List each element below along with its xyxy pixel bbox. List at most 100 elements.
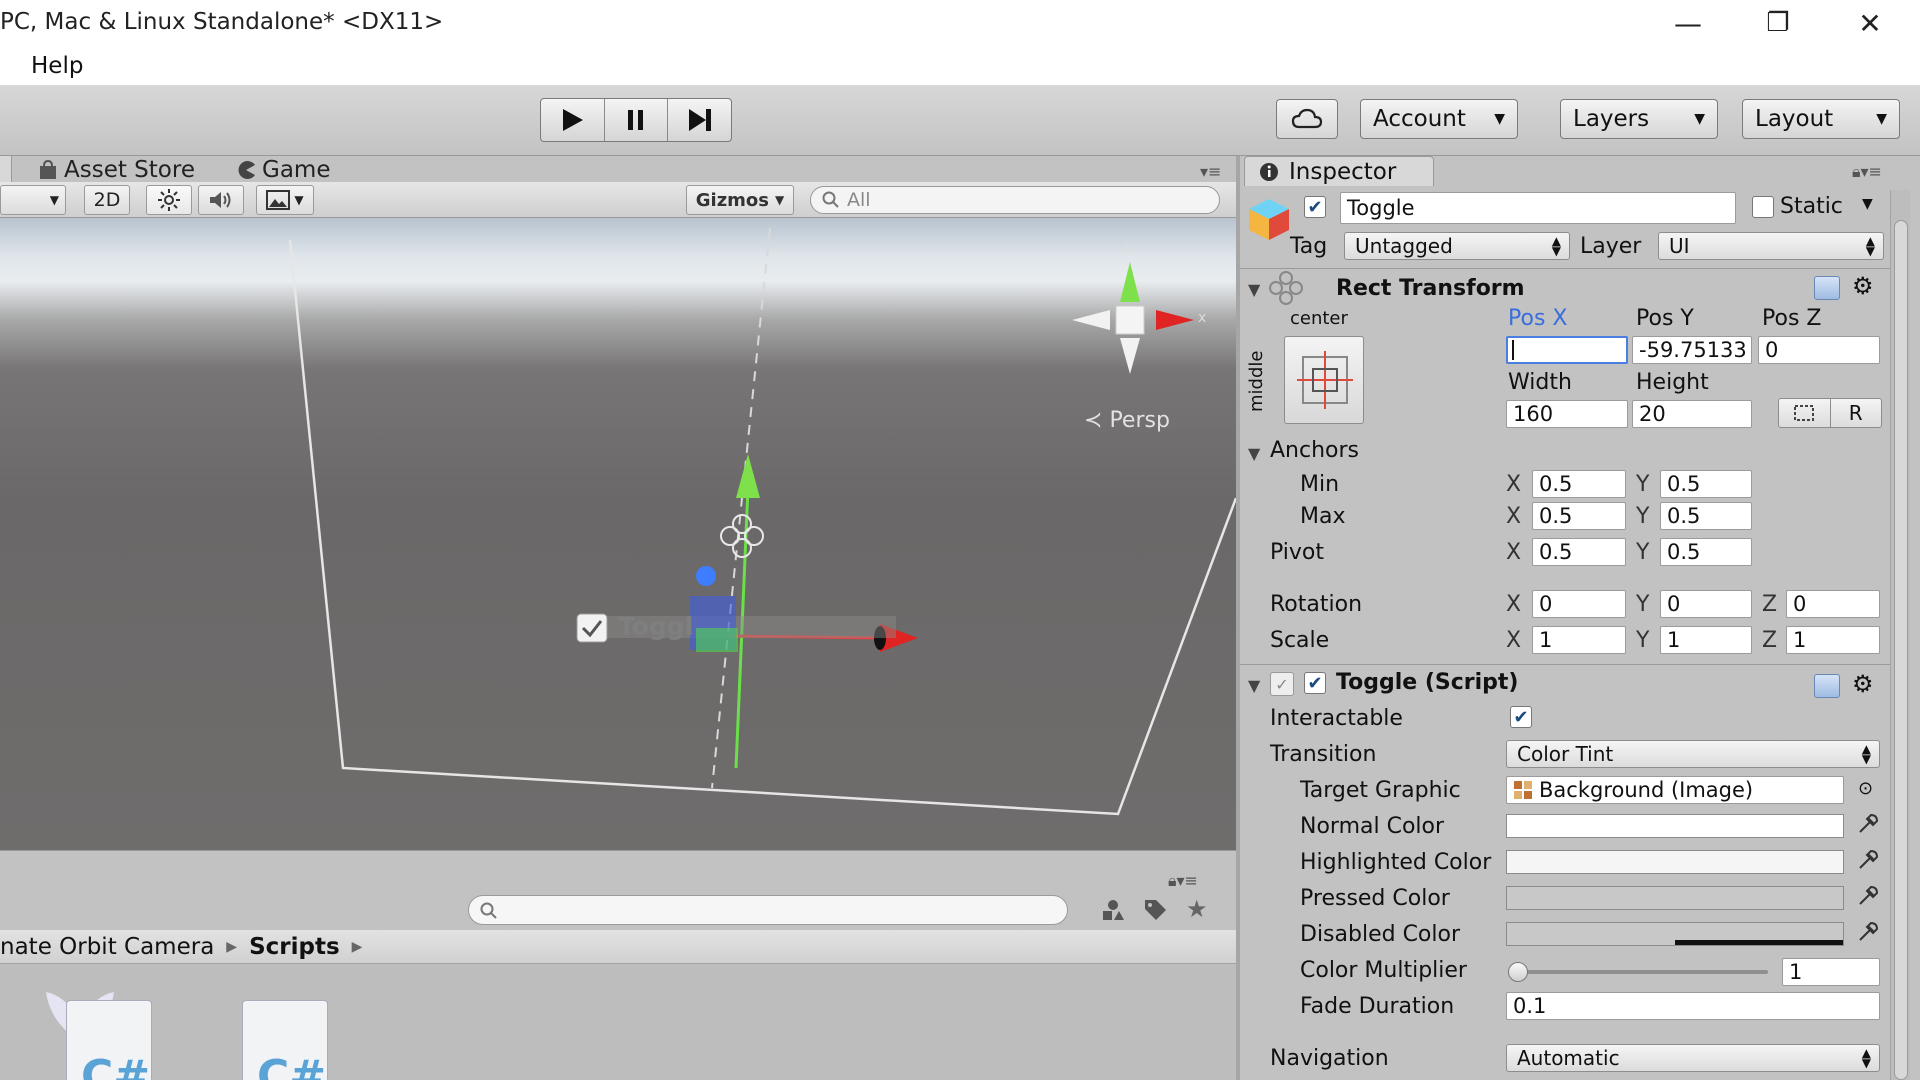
pos-z-input[interactable]: 0 xyxy=(1758,336,1880,364)
close-button[interactable]: ✕ xyxy=(1824,0,1916,46)
inspector-scrollbar[interactable] xyxy=(1890,190,1910,1080)
step-button[interactable] xyxy=(668,99,731,141)
disabled-color-swatch[interactable] xyxy=(1506,922,1844,946)
script-file[interactable]: C# xyxy=(242,1000,328,1080)
script-file[interactable]: C# xyxy=(66,1000,152,1080)
shading-mode-dropdown[interactable]: ▼ xyxy=(0,185,66,215)
fade-duration-input[interactable]: 0.1 xyxy=(1506,992,1880,1020)
anchor-max-x-input[interactable]: 0.5 xyxy=(1532,502,1626,530)
normal-color-swatch[interactable] xyxy=(1506,814,1844,838)
account-dropdown[interactable]: Account ▼ xyxy=(1360,99,1518,139)
eyedropper-icon[interactable] xyxy=(1856,920,1880,944)
axis-y-label: Y xyxy=(1636,540,1650,565)
pressed-color-swatch[interactable] xyxy=(1506,886,1844,910)
2d-mode-button[interactable]: 2D xyxy=(84,185,130,215)
axis-y-label: Y xyxy=(1636,628,1650,653)
scale-x-input[interactable]: 1 xyxy=(1532,626,1626,654)
height-input[interactable]: 20 xyxy=(1632,400,1752,428)
anchor-max-y-input[interactable]: 0.5 xyxy=(1660,502,1752,530)
layer-dropdown[interactable]: UI ▲ ▼ xyxy=(1658,232,1884,260)
rotation-y-input[interactable]: 0 xyxy=(1660,590,1752,618)
project-panel-header: 🔒︎▾≡ ★ xyxy=(0,850,1236,930)
transition-dropdown[interactable]: Color Tint ▲ ▼ xyxy=(1506,740,1880,768)
scale-z-input[interactable]: 1 xyxy=(1786,626,1880,654)
effects-dropdown[interactable]: ▼ xyxy=(256,185,314,215)
panel-menu-icon[interactable]: ▾≡ xyxy=(1200,162,1221,181)
target-graphic-field[interactable]: Background (Image) xyxy=(1506,776,1844,804)
rotation-z-input[interactable]: 0 xyxy=(1786,590,1880,618)
maximize-button[interactable]: ❐ xyxy=(1732,0,1824,46)
highlighted-color-swatch[interactable] xyxy=(1506,850,1844,874)
anchor-min-y-input[interactable]: 0.5 xyxy=(1660,470,1752,498)
perspective-label[interactable]: ≺ Persp xyxy=(1084,408,1170,433)
filter-by-label-icon[interactable] xyxy=(1142,897,1168,929)
anchor-presets-button[interactable] xyxy=(1284,336,1364,424)
gizmos-dropdown[interactable]: Gizmos ▼ xyxy=(686,185,794,215)
rotation-x-input[interactable]: 0 xyxy=(1532,590,1626,618)
breadcrumb-item-scripts[interactable]: Scripts xyxy=(249,934,340,960)
color-multiplier-input[interactable]: 1 xyxy=(1782,958,1880,986)
navigation-dropdown[interactable]: Automatic ▲ ▼ xyxy=(1506,1044,1880,1072)
raw-edit-button[interactable]: R xyxy=(1831,399,1882,427)
anchors-foldout-arrow-icon[interactable]: ▼ xyxy=(1248,444,1260,463)
help-book-icon[interactable] xyxy=(1814,674,1840,698)
help-book-icon[interactable] xyxy=(1814,276,1840,300)
layout-dropdown[interactable]: Layout ▼ xyxy=(1742,99,1900,139)
eyedropper-icon[interactable] xyxy=(1856,848,1880,872)
height-label[interactable]: Height xyxy=(1636,370,1709,395)
eyedropper-icon[interactable] xyxy=(1856,884,1880,908)
pos-z-label[interactable]: Pos Z xyxy=(1762,306,1821,331)
pos-y-label[interactable]: Pos Y xyxy=(1636,306,1694,331)
target-graphic-value: Background (Image) xyxy=(1539,778,1754,802)
menu-help[interactable]: Help xyxy=(31,53,83,79)
slider-thumb[interactable] xyxy=(1508,962,1528,982)
gameobject-active-checkbox[interactable]: ✔ xyxy=(1304,196,1326,218)
audio-toggle[interactable] xyxy=(198,185,244,215)
lighting-toggle[interactable] xyxy=(146,185,192,215)
tab-asset-store-label: Asset Store xyxy=(64,157,195,183)
scene-search-placeholder: All xyxy=(847,189,871,211)
breadcrumb-item-orbit-camera[interactable]: nate Orbit Camera xyxy=(0,934,214,960)
scene-search-input[interactable]: All xyxy=(810,186,1220,214)
object-picker-icon[interactable]: ⊙ xyxy=(1858,778,1873,799)
inspector-lock-icon[interactable]: 🔒︎▾≡ xyxy=(1852,162,1882,182)
pivot-x-input[interactable]: 0.5 xyxy=(1532,538,1626,566)
tab-asset-store[interactable]: Asset Store xyxy=(38,156,195,184)
scene-tab[interactable] xyxy=(0,156,12,184)
tab-game[interactable]: Game xyxy=(236,156,330,184)
anchor-min-x-input[interactable]: 0.5 xyxy=(1532,470,1626,498)
layers-dropdown[interactable]: Layers ▼ xyxy=(1560,99,1718,139)
component-settings-gear-icon[interactable]: ⚙ xyxy=(1852,670,1874,698)
filter-by-type-icon[interactable] xyxy=(1100,897,1126,929)
tag-dropdown[interactable]: Untagged ▲ ▼ xyxy=(1344,232,1570,260)
eyedropper-icon[interactable] xyxy=(1856,812,1880,836)
play-button[interactable] xyxy=(541,99,605,141)
pos-y-input[interactable]: -59.75133 xyxy=(1632,336,1752,364)
project-search-input[interactable] xyxy=(468,895,1068,925)
static-checkbox[interactable]: ✔ xyxy=(1752,196,1774,218)
tab-inspector[interactable]: Inspector xyxy=(1244,156,1434,186)
toggle-script-enabled-checkbox[interactable]: ✔ xyxy=(1304,672,1326,694)
minimize-button[interactable]: — xyxy=(1642,0,1734,46)
lock-icon[interactable]: 🔒︎▾≡ xyxy=(1168,871,1198,891)
anchors-label[interactable]: Anchors xyxy=(1270,438,1359,463)
favorites-star-icon[interactable]: ★ xyxy=(1186,895,1208,923)
foldout-arrow-icon[interactable]: ▼ xyxy=(1248,280,1260,299)
scale-y-input[interactable]: 1 xyxy=(1660,626,1752,654)
toggle-script-foldout-arrow-icon[interactable]: ▼ xyxy=(1248,676,1260,695)
scene-view[interactable]: y x ≺ Persp Toggl xyxy=(0,218,1236,850)
blueprint-mode-button[interactable] xyxy=(1779,399,1831,427)
pos-x-label[interactable]: Pos X xyxy=(1508,306,1567,331)
pos-x-input[interactable] xyxy=(1506,336,1628,364)
color-multiplier-slider[interactable] xyxy=(1508,962,1768,982)
cloud-button[interactable] xyxy=(1276,99,1338,139)
pause-button[interactable] xyxy=(605,99,669,141)
width-input[interactable]: 160 xyxy=(1506,400,1628,428)
chevron-down-icon[interactable]: ▼ xyxy=(1862,196,1873,212)
component-settings-gear-icon[interactable]: ⚙ xyxy=(1852,272,1874,300)
width-label[interactable]: Width xyxy=(1508,370,1572,395)
pivot-y-input[interactable]: 0.5 xyxy=(1660,538,1752,566)
gameobject-name-field[interactable]: Toggle xyxy=(1340,192,1736,224)
scrollbar-thumb[interactable] xyxy=(1894,220,1908,1080)
interactable-checkbox[interactable]: ✔ xyxy=(1510,706,1532,728)
